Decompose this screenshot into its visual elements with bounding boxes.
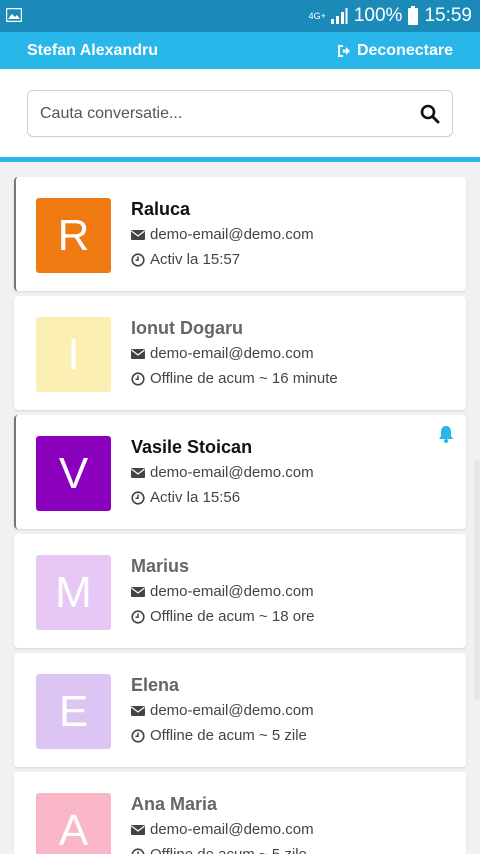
battery-icon xyxy=(408,5,419,25)
avatar: I xyxy=(36,317,111,392)
envelope-icon xyxy=(131,825,145,835)
clock-icon xyxy=(131,610,145,624)
clock-icon xyxy=(131,848,145,854)
contact-email: demo-email@demo.com xyxy=(150,345,314,362)
envelope-icon xyxy=(131,587,145,597)
email-row: demo-email@demo.com xyxy=(131,225,314,245)
status-bar: 4G+ 100% 15:59 xyxy=(0,0,480,32)
avatar: A xyxy=(36,793,111,854)
contact-name: Ana Maria xyxy=(131,794,218,814)
battery-percent: 100% xyxy=(353,5,403,26)
status-row: Activ la 15:56 xyxy=(131,488,314,508)
conversation-info: Ana Maria demo-email@demo.com Offline de… xyxy=(131,793,314,854)
conversation-card[interactable]: E Elena demo-email@demo.com Offline de a… xyxy=(14,653,466,767)
clock-icon xyxy=(131,491,145,505)
status-row: Offline de acum ~ 16 minute xyxy=(131,369,338,389)
conversation-card[interactable]: I Ionut Dogaru demo-email@demo.com Offli… xyxy=(14,296,466,410)
avatar-initial: A xyxy=(58,805,89,854)
search-box xyxy=(27,90,453,137)
email-row: demo-email@demo.com xyxy=(131,582,314,602)
conversation-card[interactable]: A Ana Maria demo-email@demo.com Offline … xyxy=(14,772,466,854)
avatar: E xyxy=(36,674,111,749)
clock-icon xyxy=(131,372,145,386)
conversation-card[interactable]: V Vasile Stoican demo-email@demo.com Act… xyxy=(14,415,466,529)
email-row: demo-email@demo.com xyxy=(131,344,338,364)
contact-name: Marius xyxy=(131,556,190,576)
sign-out-icon xyxy=(337,44,350,57)
conversation-list[interactable]: R Raluca demo-email@demo.com Activ la 15… xyxy=(0,162,480,854)
clock-icon xyxy=(131,729,145,743)
conversation-card[interactable]: R Raluca demo-email@demo.com Activ la 15… xyxy=(14,177,466,291)
scrollbar[interactable] xyxy=(474,460,480,700)
conversation-info: Vasile Stoican demo-email@demo.com Activ… xyxy=(131,436,314,508)
status-row: Activ la 15:57 xyxy=(131,250,314,270)
email-row: demo-email@demo.com xyxy=(131,701,314,721)
envelope-icon xyxy=(131,230,145,240)
logout-button[interactable]: Deconectare xyxy=(337,32,453,69)
avatar-initial: V xyxy=(58,448,89,498)
search-input[interactable] xyxy=(40,91,400,136)
avatar-initial: E xyxy=(58,686,89,736)
conversation-info: Ionut Dogaru demo-email@demo.com Offline… xyxy=(131,317,338,389)
email-row: demo-email@demo.com xyxy=(131,463,314,483)
conversation-info: Raluca demo-email@demo.com Activ la 15:5… xyxy=(131,198,314,270)
contact-name: Ionut Dogaru xyxy=(131,318,243,338)
contact-status: Offline de acum ~ 16 minute xyxy=(150,370,338,387)
contact-status: Activ la 15:56 xyxy=(150,489,241,506)
network-type: 4G+ xyxy=(308,10,326,21)
search-icon[interactable] xyxy=(420,104,440,124)
contact-status: Offline de acum ~ 18 ore xyxy=(150,608,315,625)
avatar: V xyxy=(36,436,111,511)
avatar: R xyxy=(36,198,111,273)
clock-icon xyxy=(131,253,145,267)
user-name: Stefan Alexandru xyxy=(27,42,158,59)
contact-name: Raluca xyxy=(131,199,191,219)
conversation-info: Marius demo-email@demo.com Offline de ac… xyxy=(131,555,314,627)
email-row: demo-email@demo.com xyxy=(131,820,314,840)
signal-icon xyxy=(330,8,348,24)
envelope-icon xyxy=(131,468,145,478)
logout-label: Deconectare xyxy=(356,41,453,59)
status-bar-right: 4G+ 100% 15:59 xyxy=(309,0,472,32)
envelope-icon xyxy=(131,349,145,359)
app-header: Stefan Alexandru Deconectare xyxy=(0,32,480,69)
clock: 15:59 xyxy=(424,5,472,26)
contact-status: Activ la 15:57 xyxy=(150,251,241,268)
status-row: Offline de acum ~ 5 zile xyxy=(131,845,314,854)
avatar-initial: I xyxy=(67,329,80,379)
contact-email: demo-email@demo.com xyxy=(150,821,314,838)
contact-email: demo-email@demo.com xyxy=(150,583,314,600)
avatar-initial: M xyxy=(55,567,92,617)
avatar-initial: R xyxy=(57,210,90,260)
conversation-card[interactable]: M Marius demo-email@demo.com Offline de … xyxy=(14,534,466,648)
avatar: M xyxy=(36,555,111,630)
gallery-icon xyxy=(6,8,22,22)
notification-bell-icon xyxy=(439,426,453,443)
contact-email: demo-email@demo.com xyxy=(150,702,314,719)
contact-name: Vasile Stoican xyxy=(131,437,253,457)
contact-email: demo-email@demo.com xyxy=(150,464,314,481)
status-row: Offline de acum ~ 5 zile xyxy=(131,726,314,746)
contact-name: Elena xyxy=(131,675,180,695)
search-area xyxy=(0,69,480,157)
contact-email: demo-email@demo.com xyxy=(150,226,314,243)
contact-status: Offline de acum ~ 5 zile xyxy=(150,727,307,744)
status-row: Offline de acum ~ 18 ore xyxy=(131,607,314,627)
contact-status: Offline de acum ~ 5 zile xyxy=(150,845,307,854)
conversation-info: Elena demo-email@demo.com Offline de acu… xyxy=(131,674,314,746)
envelope-icon xyxy=(131,706,145,716)
